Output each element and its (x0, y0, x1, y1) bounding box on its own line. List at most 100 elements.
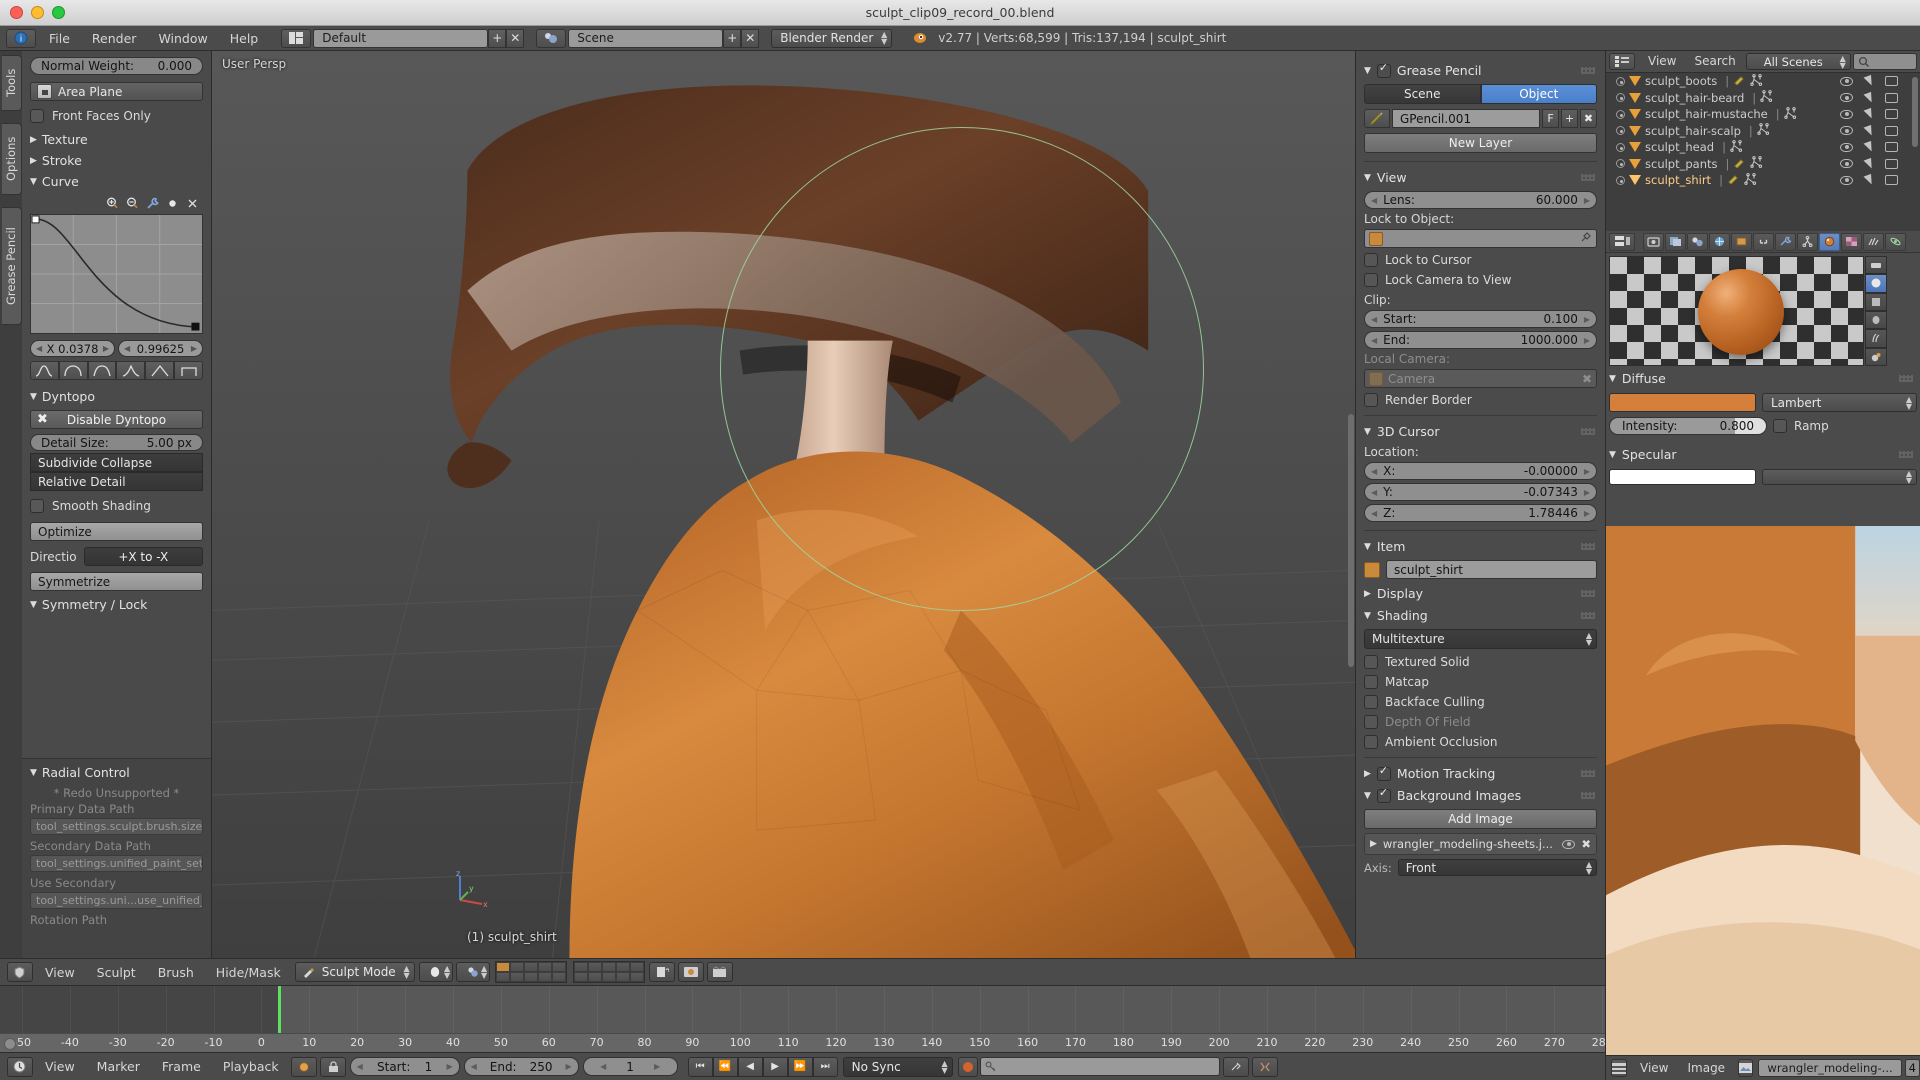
scene-layer-cell[interactable] (587, 962, 602, 972)
mesh-data-icon[interactable] (1730, 139, 1744, 155)
tab-modifiers-icon[interactable] (1775, 232, 1796, 251)
scene-layer-cell[interactable] (523, 962, 538, 972)
normal-weight-slider[interactable]: Normal Weight: 0.000 (30, 57, 203, 75)
item-name-field[interactable]: sculpt_shirt (1386, 560, 1597, 579)
outliner-row[interactable]: sculpt_hair-mustache | (1606, 106, 1920, 123)
section-curve[interactable]: ▼ Curve (30, 174, 203, 189)
renderability-camera-icon[interactable] (1885, 109, 1898, 120)
section-specular[interactable]: ▼ Specular (1609, 447, 1917, 462)
close-icon[interactable] (186, 197, 199, 210)
optimize-button[interactable]: Optimize (30, 522, 203, 541)
mesh-data-icon[interactable] (1744, 172, 1758, 188)
preview-flat-button[interactable] (1865, 256, 1887, 275)
diffuse-shader-dropdown[interactable]: Lambert ▲ ▼ (1762, 393, 1917, 412)
specular-color-swatch[interactable] (1609, 469, 1756, 485)
lock-to-object-field[interactable] (1364, 229, 1597, 248)
section-view[interactable]: ▼ View (1364, 170, 1597, 185)
cursor-z-field[interactable]: ◀ Z: 1.78446 ▶ (1364, 504, 1597, 522)
selectability-cursor-icon[interactable] (1863, 91, 1875, 104)
info-editor-type-icon[interactable]: i (6, 28, 36, 48)
scene-layer-cell[interactable] (551, 962, 566, 972)
local-camera-field[interactable]: Camera ✖ (1364, 369, 1597, 388)
front-faces-only-checkbox[interactable]: Front Faces Only (30, 109, 203, 123)
outliner-row[interactable]: sculpt_head | (1606, 139, 1920, 156)
viewport-menu-brush[interactable]: Brush (147, 960, 205, 985)
delete-scene-button[interactable]: ✕ (741, 28, 760, 48)
mesh-data-icon[interactable] (1750, 73, 1764, 89)
timeline-editor-type-icon[interactable] (6, 1056, 33, 1077)
outliner-menu-view[interactable]: View (1640, 53, 1684, 70)
section-symmetry-lock[interactable]: ▼ Symmetry / Lock (30, 597, 203, 612)
selectability-cursor-icon[interactable] (1863, 108, 1875, 121)
curve-preset-root[interactable] (87, 361, 117, 380)
section-display[interactable]: ▶ Display (1364, 586, 1597, 601)
add-scene-button[interactable]: + (723, 28, 742, 48)
tab-render-layers-icon[interactable] (1665, 232, 1686, 251)
tab-particles-icon[interactable] (1863, 232, 1884, 251)
mesh-data-icon[interactable] (1750, 156, 1764, 171)
scene-layer-cell[interactable] (615, 972, 630, 982)
backface-culling-checkbox[interactable]: Backface Culling (1364, 695, 1597, 709)
tab-grease-pencil[interactable]: Grease Pencil (2, 207, 22, 325)
expand-toggle-icon[interactable] (1616, 159, 1625, 169)
section-3d-cursor[interactable]: ▼ 3D Cursor (1364, 424, 1597, 439)
scene-layer-cell[interactable] (573, 962, 588, 972)
preview-monkey-button[interactable] (1865, 310, 1887, 330)
keying-set-lock-icon[interactable] (320, 1056, 347, 1077)
frame-end-field[interactable]: ◀ End: 250 ▶ (463, 1057, 579, 1076)
scene-layer-cell[interactable] (615, 962, 630, 972)
visibility-eye-icon[interactable] (1840, 76, 1853, 86)
timeline-menu-frame[interactable]: Frame (151, 1054, 212, 1079)
material-icon[interactable] (1733, 157, 1746, 171)
tab-physics-icon[interactable] (1885, 232, 1906, 251)
timeline-editor[interactable]: -50 -40 -30 -20 -10 0 10 20 30 40 50 60 70 80 90 100 110… (0, 985, 1605, 1052)
matcap-checkbox[interactable]: Matcap (1364, 675, 1597, 689)
section-stroke[interactable]: ▶ Stroke (30, 153, 203, 168)
section-shading[interactable]: ▼ Shading (1364, 608, 1597, 623)
renderability-camera-icon[interactable] (1885, 158, 1898, 169)
renderability-camera-icon[interactable] (1885, 76, 1898, 87)
viewport-scrollbar[interactable] (1347, 53, 1355, 956)
wrench-icon[interactable] (146, 197, 159, 210)
use-secondary-field[interactable]: tool_settings.uni...use_unified_size (30, 892, 203, 909)
subdivide-collapse-selector[interactable]: Subdivide Collapse (30, 453, 203, 472)
preview-hair-button[interactable] (1865, 329, 1887, 348)
frame-start-field[interactable]: ◀ Start: 1 ▶ (349, 1057, 460, 1076)
point-icon[interactable] (166, 197, 179, 210)
properties-editor-type-icon[interactable] (1609, 232, 1635, 251)
renderability-camera-icon[interactable] (1885, 142, 1898, 153)
diffuse-ramp-checkbox[interactable]: Ramp (1773, 419, 1917, 433)
render-image-icon[interactable] (678, 962, 705, 982)
add-datablock-button[interactable]: + (1561, 109, 1578, 128)
menu-file[interactable]: File (38, 26, 81, 51)
expand-toggle-icon[interactable] (1616, 76, 1625, 86)
lock-camera-to-view-checkbox[interactable]: Lock Camera to View (1364, 273, 1597, 287)
insert-keyframe-button[interactable] (1223, 1056, 1250, 1077)
selectability-cursor-icon[interactable] (1863, 141, 1875, 154)
symmetrize-button[interactable]: Symmetrize (30, 572, 203, 591)
scene-layer-cell[interactable] (537, 962, 552, 972)
interaction-mode-selector[interactable]: Sculpt Mode ▲ ▼ (294, 962, 415, 982)
detail-size-slider[interactable]: Detail Size: 5.00 px (30, 434, 203, 451)
selectability-cursor-icon[interactable] (1863, 157, 1875, 170)
image-name-field[interactable]: wrangler_modeling-... (1758, 1059, 1902, 1077)
image-editor-type-icon[interactable] (1611, 1059, 1627, 1077)
cursor-x-field[interactable]: ◀ X: -0.00000 ▶ (1364, 462, 1597, 480)
curve-preset-smooth[interactable] (30, 361, 59, 380)
scene-layer-cell[interactable] (523, 972, 538, 982)
timeline-ruler[interactable]: -50 -40 -30 -20 -10 0 10 20 30 40 50 60 70 80 90 100 110… (0, 1033, 1605, 1052)
visibility-eye-icon[interactable] (1840, 175, 1853, 185)
specular-shader-dropdown[interactable]: ▲ ▼ (1762, 469, 1917, 485)
3d-viewport[interactable]: User Persp (1) sculpt_shirt z x y (212, 51, 1355, 958)
ambient-occlusion-checkbox[interactable]: Ambient Occlusion (1364, 735, 1597, 749)
expand-toggle-icon[interactable] (1616, 142, 1625, 152)
jump-to-start-button[interactable]: ⏮ (687, 1056, 713, 1077)
cursor-y-field[interactable]: ◀ Y: -0.07343 ▶ (1364, 483, 1597, 501)
eyedropper-icon[interactable] (1580, 231, 1592, 246)
visibility-eye-icon[interactable] (1840, 159, 1853, 169)
jump-to-end-button[interactable]: ⏭ (812, 1056, 838, 1077)
outliner-row[interactable]: sculpt_hair-scalp | (1606, 123, 1920, 140)
renderability-camera-icon[interactable] (1885, 125, 1898, 136)
expand-toggle-icon[interactable] (1616, 175, 1625, 185)
scene-layer-cell[interactable] (629, 972, 644, 982)
